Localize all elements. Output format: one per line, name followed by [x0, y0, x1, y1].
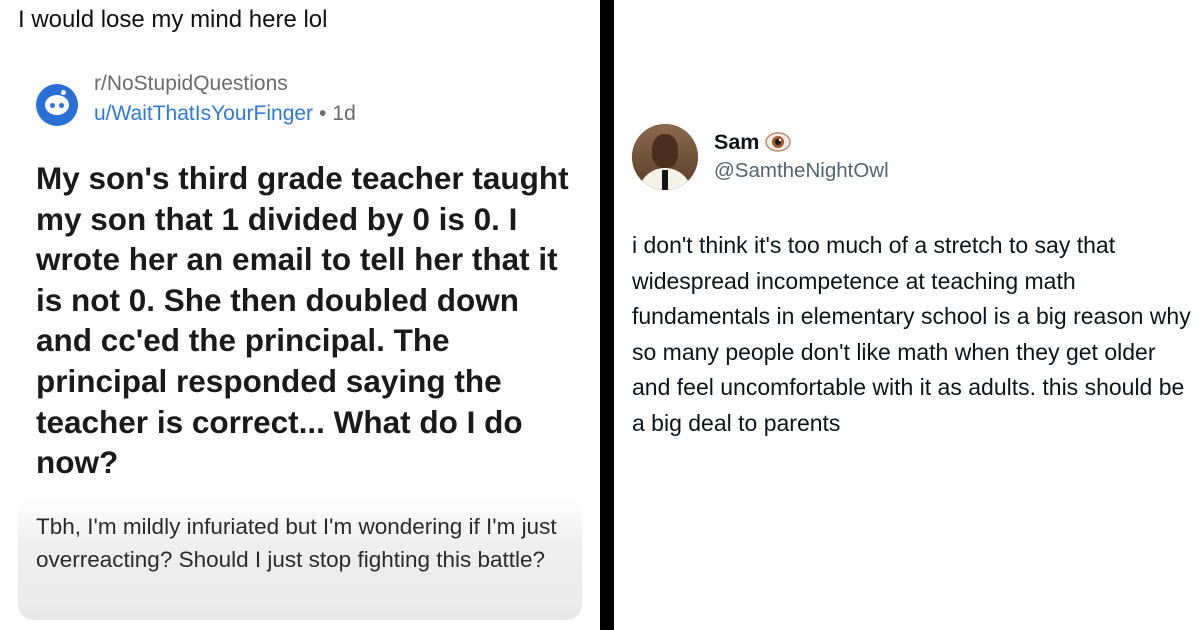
- reddit-screenshot-panel: I would lose my mind here lol r/NoStupid…: [0, 0, 600, 630]
- subreddit-avatar[interactable]: [36, 84, 78, 126]
- post-age: 1d: [332, 102, 356, 125]
- tweet-author-avatar[interactable]: [632, 124, 698, 190]
- tweet-screenshot-panel: Sam @SamtheNightOwl i don't think it's t…: [614, 0, 1200, 630]
- display-name-text: Sam: [714, 130, 760, 154]
- post-body: Tbh, I'm mildly infuriated but I'm wonde…: [36, 514, 557, 572]
- avatar-head: [652, 134, 678, 168]
- snoo-antenna: [61, 90, 66, 95]
- snoo-left-eye: [50, 103, 55, 108]
- meta-separator: •: [319, 102, 327, 125]
- panel-divider: [600, 0, 614, 630]
- tweet-text: i don't think it's too much of a stretch…: [632, 232, 1191, 436]
- meme-caption: I would lose my mind here lol: [18, 6, 328, 33]
- subreddit-name[interactable]: r/NoStupidQuestions: [94, 72, 288, 96]
- post-title[interactable]: My son's third grade teacher taught my s…: [36, 158, 576, 483]
- eye-icon: [765, 131, 792, 159]
- post-meta: u/WaitThatIsYourFinger • 1d: [94, 102, 356, 126]
- tweet-display-name[interactable]: Sam: [714, 130, 792, 159]
- reddit-post-card[interactable]: r/NoStupidQuestions u/WaitThatIsYourFing…: [18, 62, 582, 620]
- post-author[interactable]: u/WaitThatIsYourFinger: [94, 102, 313, 125]
- snoo-right-eye: [59, 103, 64, 108]
- snoo-icon: [45, 95, 69, 115]
- tweet-handle[interactable]: @SamtheNightOwl: [714, 159, 889, 183]
- avatar-tie: [662, 170, 668, 190]
